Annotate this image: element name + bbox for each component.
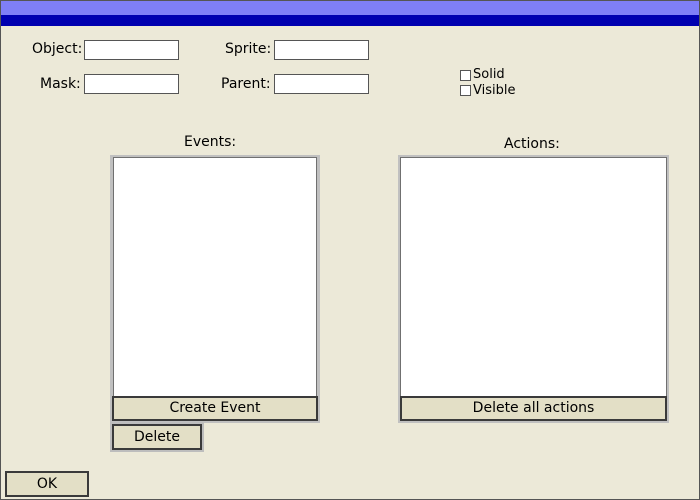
parent-field[interactable]: [274, 74, 369, 94]
object-properties-window: Object: Sprite: Mask: Parent: Solid Visi…: [0, 0, 700, 500]
actions-heading: Actions:: [504, 136, 560, 152]
mask-label: Mask:: [40, 76, 81, 92]
delete-button-frame: Delete: [110, 422, 204, 452]
parent-label: Parent:: [221, 76, 271, 92]
events-list[interactable]: [113, 157, 317, 397]
title-bar-highlight: [1, 1, 699, 15]
title-bar[interactable]: [1, 1, 699, 26]
object-name-field[interactable]: [84, 40, 179, 60]
object-label: Object:: [32, 41, 83, 57]
sprite-field[interactable]: [274, 40, 369, 60]
actions-panel-frame: Delete all actions: [398, 155, 669, 423]
visible-checkbox[interactable]: [460, 85, 471, 96]
sprite-label: Sprite:: [225, 41, 272, 57]
visible-checkbox-label: Visible: [473, 83, 516, 98]
events-panel-frame: Create Event: [110, 155, 320, 423]
actions-list[interactable]: [400, 157, 667, 397]
delete-all-actions-button[interactable]: Delete all actions: [400, 396, 667, 421]
delete-event-button[interactable]: Delete: [112, 424, 202, 450]
solid-checkbox[interactable]: [460, 70, 471, 81]
solid-checkbox-label: Solid: [473, 67, 505, 82]
events-heading: Events:: [184, 134, 237, 150]
mask-field[interactable]: [84, 74, 179, 94]
ok-button[interactable]: OK: [5, 471, 89, 497]
create-event-button[interactable]: Create Event: [112, 396, 318, 421]
